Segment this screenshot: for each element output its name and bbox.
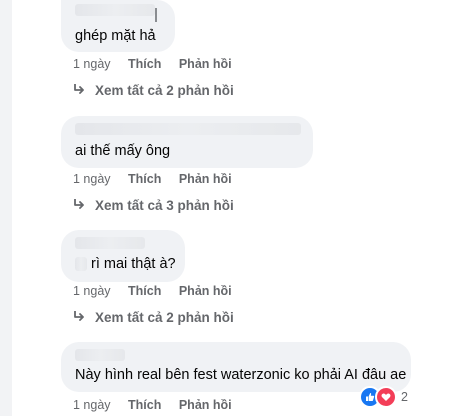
comment-text: ai thế mấy ông: [75, 143, 171, 159]
comment-2: ai thế mấy ông: [61, 116, 313, 168]
like-button[interactable]: Thích: [128, 284, 161, 298]
view-replies-link[interactable]: Xem tất cả 2 phản hồi: [73, 310, 234, 325]
reply-arrow-icon: [74, 84, 84, 94]
reaction-count: 2: [401, 390, 408, 404]
comment-1: ghép mặt hả: [61, 0, 175, 52]
reply-arrow-icon: [74, 311, 84, 321]
reply-button[interactable]: Phản hồi: [179, 172, 232, 186]
reply-button[interactable]: Phản hồi: [179, 57, 232, 71]
comment-time[interactable]: 1 ngày: [73, 398, 111, 412]
comment-3: rì mai thật à?: [61, 230, 185, 282]
blurred-author-name: [75, 349, 125, 361]
comment-bubble: rì mai thật à?: [61, 230, 185, 282]
like-button[interactable]: Thích: [128, 172, 161, 186]
comment-bubble: Này hình real bên fest waterzonic ko phả…: [61, 342, 411, 392]
like-button[interactable]: Thích: [128, 57, 161, 71]
blurred-author-prefix: [75, 257, 87, 271]
comment-time[interactable]: 1 ngày: [73, 172, 111, 186]
comment-bubble: ghép mặt hả: [61, 0, 175, 52]
view-replies-link[interactable]: Xem tất cả 3 phản hồi: [73, 198, 234, 213]
reply-button[interactable]: Phản hồi: [179, 284, 232, 298]
comment-text: ghép mặt hả: [75, 28, 156, 44]
comment-bubble: ai thế mấy ông: [61, 116, 313, 168]
left-edge-strip: [0, 0, 12, 416]
comment-time[interactable]: 1 ngày: [73, 284, 111, 298]
view-replies-label: Xem tất cả 2 phản hồi: [95, 310, 234, 325]
view-replies-label: Xem tất cả 3 phản hồi: [95, 198, 234, 213]
blurred-author-name: [75, 123, 301, 135]
comment-text: Này hình real bên fest waterzonic ko phả…: [75, 367, 407, 383]
comment-actions: 1 ngày Thích Phản hồi: [73, 57, 232, 71]
comment-time[interactable]: 1 ngày: [73, 57, 111, 71]
comment-actions: 1 ngày Thích Phản hồi: [73, 172, 232, 186]
reply-arrow-icon: [74, 199, 84, 209]
text-cursor-mark: [155, 8, 157, 22]
view-replies-link[interactable]: Xem tất cả 2 phản hồi: [73, 83, 234, 98]
blurred-author-name: [75, 4, 155, 16]
view-replies-label: Xem tất cả 2 phản hồi: [95, 83, 234, 98]
love-icon: [375, 386, 397, 408]
like-button[interactable]: Thích: [128, 398, 161, 412]
comment-4: Này hình real bên fest waterzonic ko phả…: [61, 342, 411, 392]
blurred-author-name: [75, 237, 145, 249]
comment-actions: 1 ngày Thích Phản hồi: [73, 284, 232, 298]
reply-button[interactable]: Phản hồi: [179, 398, 232, 412]
reaction-summary[interactable]: 2: [359, 386, 408, 408]
comment-actions: 1 ngày Thích Phản hồi: [73, 398, 232, 412]
comment-text: rì mai thật à?: [91, 256, 176, 272]
